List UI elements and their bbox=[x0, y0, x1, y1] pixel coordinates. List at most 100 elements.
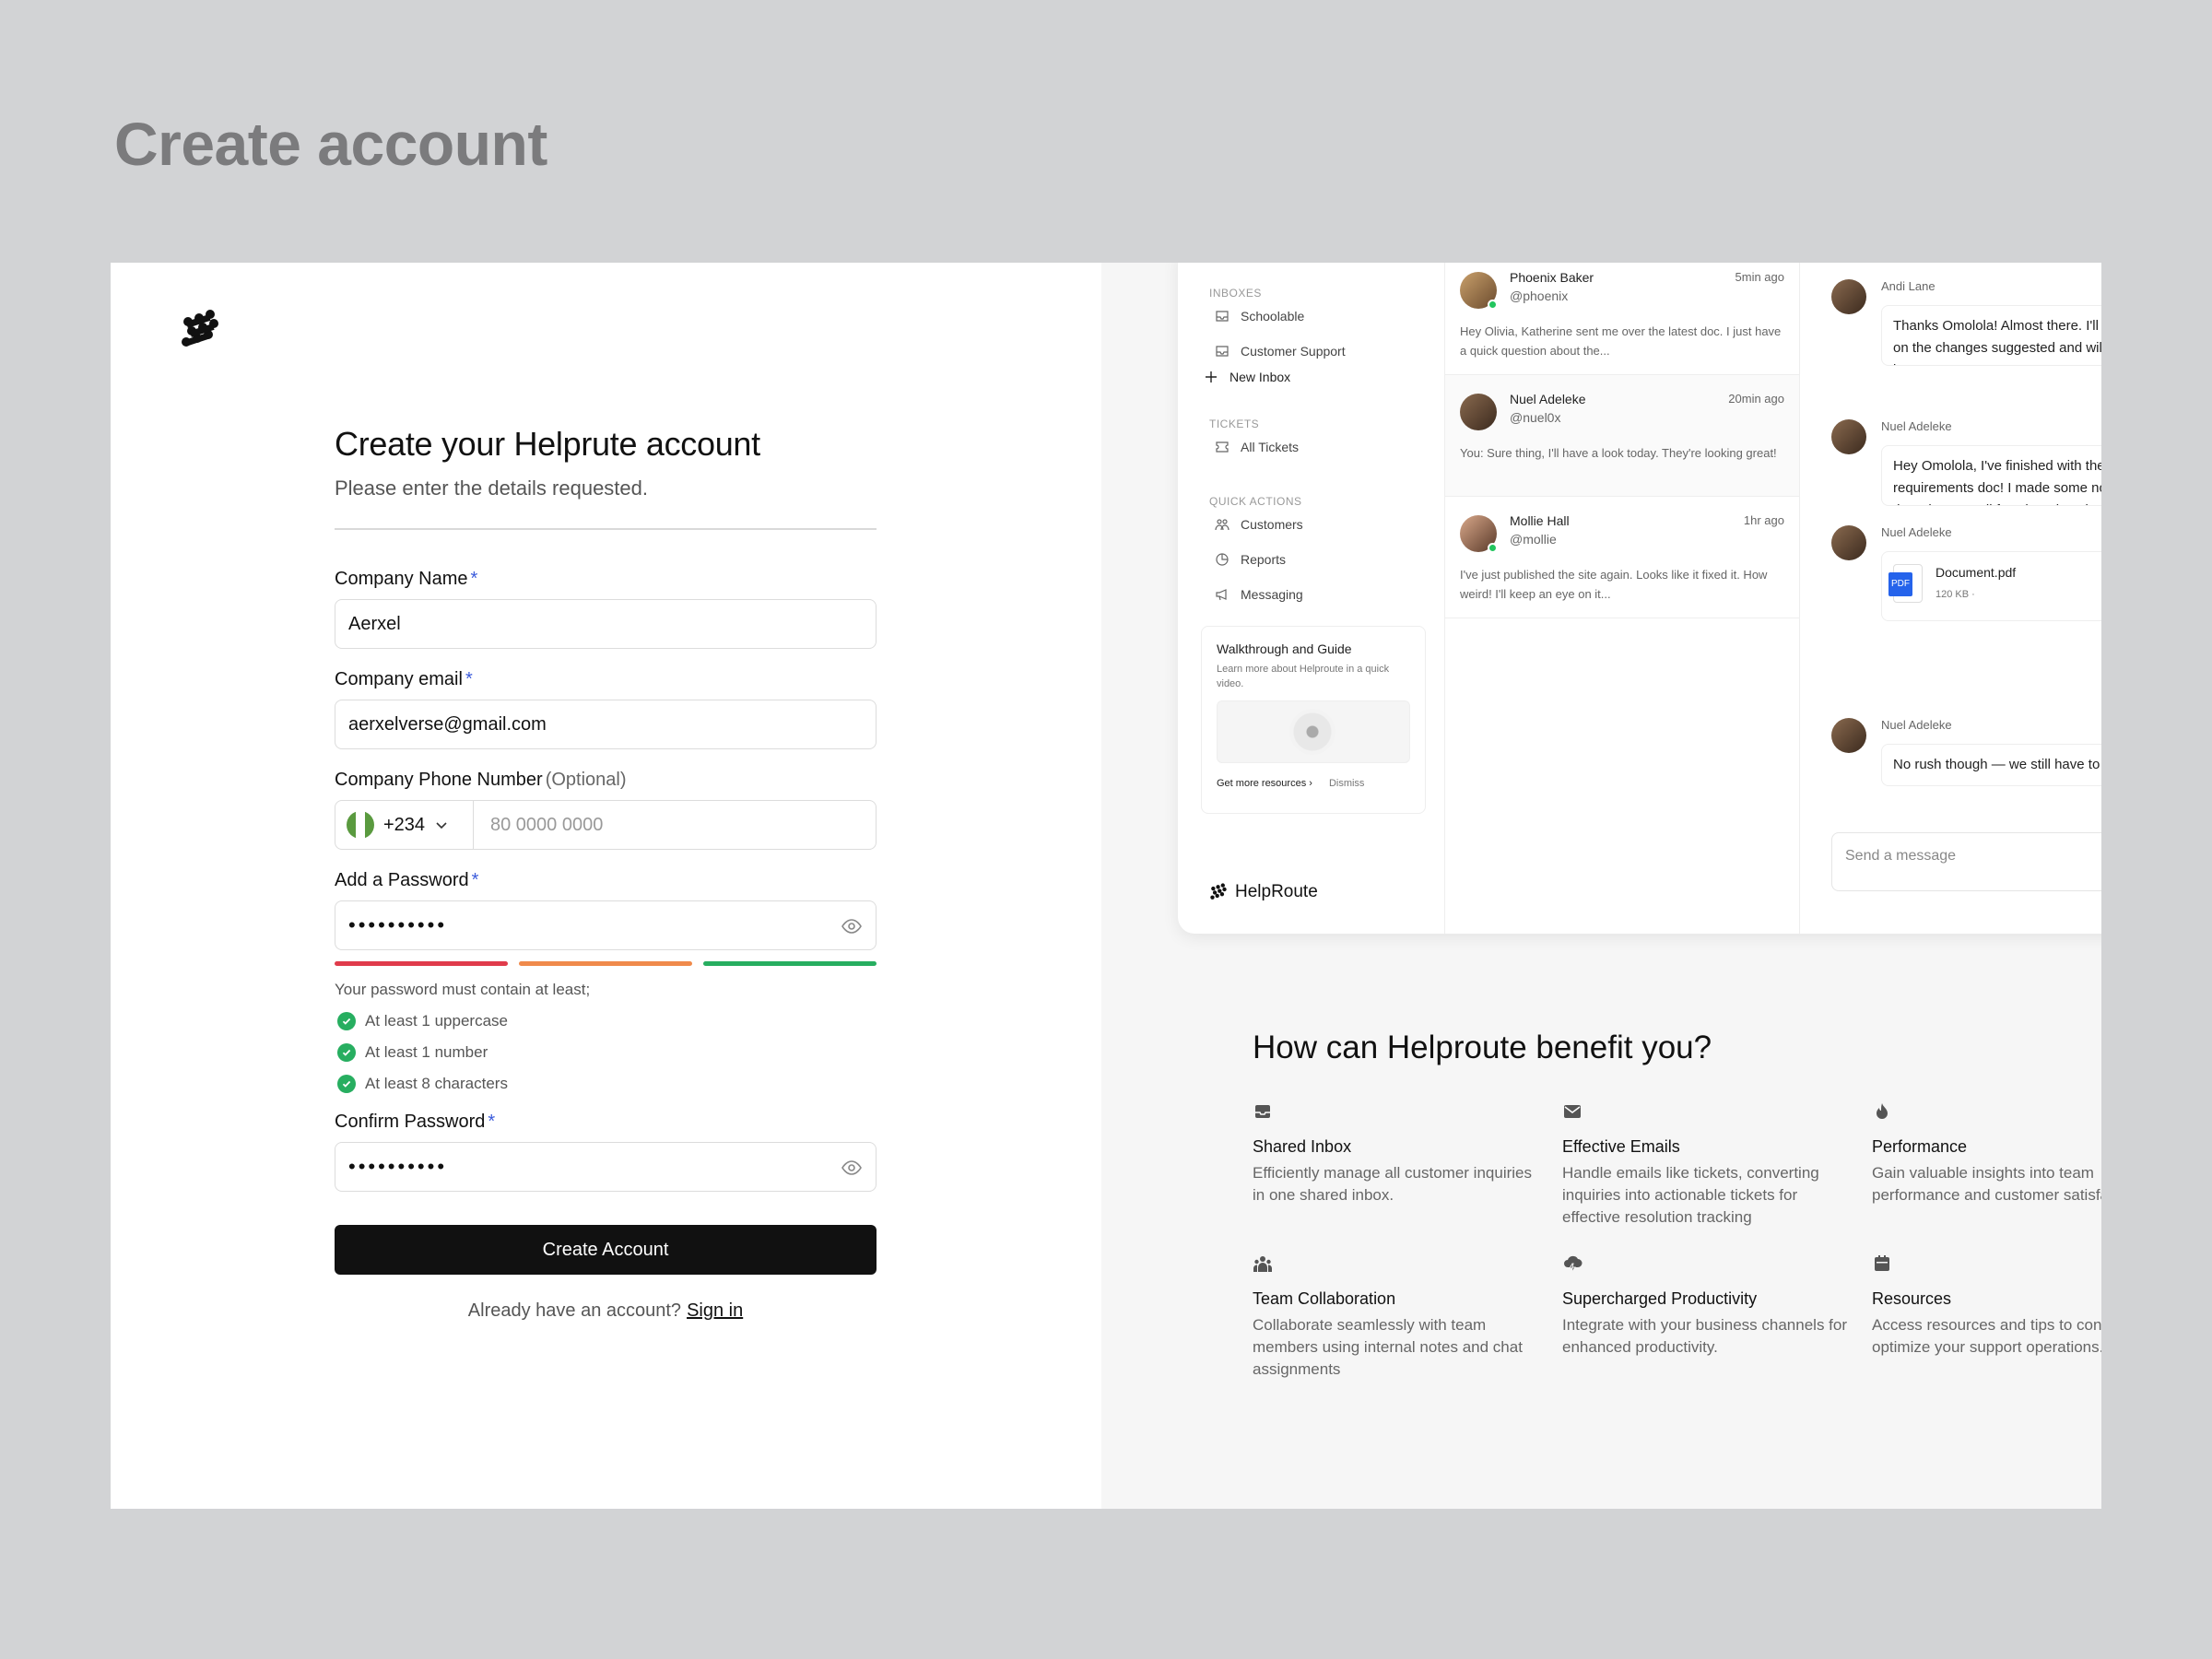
get-more-resources-link[interactable]: Get more resources › bbox=[1217, 778, 1312, 789]
page-title: Create account bbox=[114, 110, 547, 178]
benefit-resources: Resources Access resources and tips to c… bbox=[1872, 1253, 2101, 1359]
password-label: Add a Password * bbox=[335, 870, 479, 890]
helproute-brand: HelpRoute bbox=[1209, 882, 1318, 902]
strength-bar bbox=[703, 961, 877, 966]
check-circle-icon bbox=[337, 1012, 356, 1030]
country-code-value: +234 bbox=[383, 814, 426, 835]
sidebar-item-customers[interactable]: Customers bbox=[1215, 517, 1303, 532]
conversation-item[interactable]: Phoenix Baker @phoenix 5min ago Hey Oliv… bbox=[1445, 263, 1799, 375]
form-heading: Create your Helprute account bbox=[335, 425, 760, 463]
sender-name: Phoenix Baker bbox=[1510, 270, 1594, 285]
conversation-list: Phoenix Baker @phoenix 5min ago Hey Oliv… bbox=[1445, 263, 1800, 934]
file-name: Document.pdf bbox=[1936, 565, 2017, 580]
benefit-desc: Access resources and tips to continuousl… bbox=[1872, 1316, 2101, 1356]
company-phone-label: Company Phone Number (Optional) bbox=[335, 770, 627, 790]
walkthrough-title: Walkthrough and Guide bbox=[1217, 641, 1352, 656]
company-name-input[interactable]: Aerxel bbox=[335, 599, 877, 649]
benefit-team-collaboration: Team Collaboration Collaborate seamlessl… bbox=[1253, 1253, 1547, 1381]
online-indicator bbox=[1488, 300, 1498, 310]
message-time: 1hr ago bbox=[1743, 513, 1784, 527]
show-password-eye-icon[interactable] bbox=[841, 915, 863, 937]
avatar bbox=[1831, 419, 1866, 454]
company-email-label: Company email * bbox=[335, 669, 473, 689]
signin-link[interactable]: Sign in bbox=[687, 1300, 743, 1321]
conversation-item[interactable]: Nuel Adeleke @nuel0x 20min ago You: Sure… bbox=[1445, 375, 1799, 497]
benefit-supercharged-productivity: Supercharged Productivity Integrate with… bbox=[1562, 1253, 1857, 1359]
online-indicator bbox=[1488, 543, 1498, 553]
new-inbox-button[interactable]: New Inbox bbox=[1204, 370, 1290, 384]
confirm-password-label: Confirm Password * bbox=[335, 1112, 496, 1132]
sidebar-item-reports[interactable]: Reports bbox=[1215, 552, 1286, 567]
chat-sender: Andi Lane bbox=[1881, 279, 1936, 293]
play-icon[interactable] bbox=[1289, 709, 1335, 755]
sidebar-item-schoolable[interactable]: Schoolable bbox=[1215, 309, 1304, 324]
chat-bubble: Hey Omolola, I've finished with the requ… bbox=[1881, 445, 2101, 506]
password-rule: At least 8 characters bbox=[335, 1075, 877, 1093]
benefit-title: Supercharged Productivity bbox=[1562, 1289, 1758, 1308]
chat-bubble: No rush though — we still have to wait f… bbox=[1881, 744, 2101, 786]
chat-sender: Nuel Adeleke bbox=[1881, 525, 1952, 539]
chat-sender: Nuel Adeleke bbox=[1881, 718, 1952, 732]
message-time: 20min ago bbox=[1728, 392, 1784, 406]
company-phone-input-group: +234 80 0000 0000 bbox=[335, 800, 877, 850]
megaphone-icon bbox=[1216, 589, 1227, 601]
benefit-title: Shared Inbox bbox=[1253, 1137, 1352, 1156]
signup-form: Create your Helprute account Please ente… bbox=[335, 425, 877, 1322]
avatar bbox=[1831, 279, 1866, 314]
dismiss-link[interactable]: Dismiss bbox=[1329, 778, 1365, 789]
company-email-input[interactable]: aerxelverse@gmail.com bbox=[335, 700, 877, 749]
sidebar-item-customer-support[interactable]: Customer Support bbox=[1215, 344, 1346, 359]
password-rules: At least 1 uppercase At least 1 number A… bbox=[335, 1012, 877, 1093]
nigeria-flag-icon bbox=[347, 811, 374, 839]
password-input[interactable]: •••••••••• bbox=[335, 900, 877, 950]
benefit-title: Effective Emails bbox=[1562, 1137, 1680, 1156]
password-hint: Your password must contain at least; bbox=[335, 981, 591, 998]
benefit-desc: Efficiently manage all customer inquirie… bbox=[1253, 1164, 1532, 1204]
sidebar-item-all-tickets[interactable]: All Tickets bbox=[1215, 440, 1299, 454]
inbox-icon bbox=[1216, 346, 1229, 357]
password-strength-meter bbox=[335, 961, 877, 966]
sender-name: Nuel Adeleke bbox=[1510, 392, 1586, 406]
message-preview: Hey Olivia, Katherine sent me over the l… bbox=[1460, 324, 1782, 358]
signin-prompt: Already have an account? Sign in bbox=[467, 1300, 744, 1321]
file-attachment[interactable]: PDF Document.pdf 120 KB · bbox=[1881, 551, 2101, 621]
message-preview: I've just published the site again. Look… bbox=[1460, 568, 1768, 601]
benefit-title: Performance bbox=[1872, 1137, 1968, 1156]
pdf-file-icon: PDF bbox=[1888, 564, 1923, 603]
conversation-item[interactable]: Mollie Hall @mollie 1hr ago I've just pu… bbox=[1445, 497, 1799, 618]
calendar-icon bbox=[1875, 1255, 1889, 1271]
benefit-desc: Integrate with your business channels fo… bbox=[1562, 1316, 1848, 1356]
team-icon bbox=[1253, 1256, 1273, 1272]
chat-sender: Nuel Adeleke bbox=[1881, 419, 1952, 433]
ticket-icon bbox=[1216, 441, 1229, 453]
country-code-select[interactable]: +234 bbox=[335, 801, 474, 849]
strength-bar bbox=[335, 961, 508, 966]
app-preview: INBOXES Schoolable Customer Support New … bbox=[1178, 263, 2101, 934]
sidebar-item-messaging[interactable]: Messaging bbox=[1215, 587, 1303, 602]
inboxes-section-label: INBOXES bbox=[1209, 287, 1262, 300]
avatar bbox=[1460, 394, 1497, 430]
pie-chart-icon bbox=[1216, 553, 1229, 566]
sender-handle: @mollie bbox=[1510, 532, 1557, 547]
signup-card: Create your Helprute account Please ente… bbox=[111, 263, 2101, 1509]
sender-handle: @nuel0x bbox=[1510, 410, 1561, 425]
strength-bar bbox=[519, 961, 692, 966]
benefit-performance: Performance Gain valuable insights into … bbox=[1872, 1101, 2101, 1206]
chat-bubble: Thanks Omolola! Almost there. I'll work … bbox=[1881, 305, 2101, 366]
send-message-input[interactable]: Send a message bbox=[1831, 832, 2101, 891]
benefit-desc: Collaborate seamlessly with team members… bbox=[1253, 1316, 1523, 1378]
confirm-password-input[interactable]: •••••••••• bbox=[335, 1142, 877, 1192]
phone-number-input[interactable]: 80 0000 0000 bbox=[474, 815, 603, 836]
benefits-title: How can Helproute benefit you? bbox=[1253, 1030, 1712, 1065]
benefit-title: Resources bbox=[1872, 1289, 1952, 1308]
cloud-bolt-icon bbox=[1564, 1255, 1583, 1274]
helproute-logo-icon bbox=[182, 310, 218, 347]
helproute-logo-icon bbox=[1210, 883, 1227, 900]
video-thumbnail[interactable] bbox=[1217, 700, 1410, 763]
create-account-button[interactable]: Create Account bbox=[335, 1225, 877, 1275]
show-password-eye-icon[interactable] bbox=[841, 1157, 863, 1179]
benefit-effective-emails: Effective Emails Handle emails like tick… bbox=[1562, 1101, 1857, 1229]
chevron-down-icon bbox=[436, 822, 447, 830]
signup-panel: Create your Helprute account Please ente… bbox=[111, 263, 1101, 1509]
check-circle-icon bbox=[337, 1043, 356, 1062]
